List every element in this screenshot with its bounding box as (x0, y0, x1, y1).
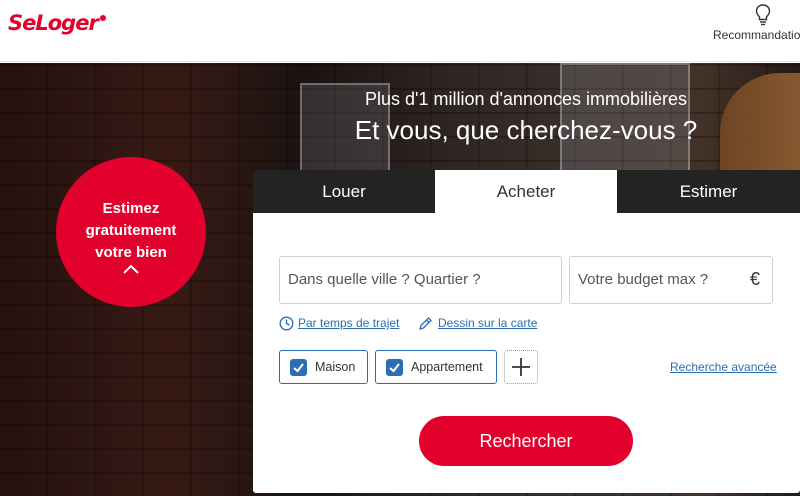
estimate-cta-text: Estimez gratuitement votre bien (56, 198, 206, 264)
add-property-type-button[interactable] (504, 350, 538, 384)
checkmark-icon (293, 363, 304, 373)
clock-icon (279, 316, 294, 331)
estimate-cta-line: Estimez (102, 200, 160, 217)
estimate-property-button[interactable]: Estimez gratuitement votre bien (56, 157, 206, 307)
checkbox-checked (290, 359, 307, 376)
logo-dot (99, 15, 106, 21)
location-input[interactable]: Dans quelle ville ? Quartier ? (279, 256, 562, 304)
checkmark-icon (389, 363, 400, 373)
recommendations-label: Recommandatio (713, 28, 800, 42)
pencil-icon (419, 317, 432, 330)
draw-map-link[interactable]: Dessin sur la carte (438, 316, 537, 330)
site-header: SeLoger Recommandatio (0, 0, 800, 62)
type-maison-label: Maison (315, 360, 356, 374)
plus-icon (512, 358, 530, 376)
search-tabs: Louer Acheter Estimer (253, 170, 800, 213)
budget-placeholder: Votre budget max ? (578, 271, 709, 288)
travel-time-link[interactable]: Par temps de trajet (298, 316, 399, 330)
search-button[interactable]: Rechercher (419, 416, 633, 466)
tab-acheter[interactable]: Acheter (435, 170, 617, 213)
search-panel: Dans quelle ville ? Quartier ? Votre bud… (253, 213, 800, 493)
estimate-cta-line: gratuitement (85, 222, 177, 239)
hero-section: Plus d'1 million d'annonces immobilières… (0, 63, 800, 496)
checkbox-checked (386, 359, 403, 376)
type-appartement-label: Appartement (411, 360, 483, 374)
budget-input[interactable]: Votre budget max ? € (569, 256, 773, 304)
recommendations-button[interactable]: Recommandatio (713, 4, 800, 44)
currency-symbol: € (749, 269, 760, 289)
hero-subtitle: Plus d'1 million d'annonces immobilières (364, 89, 688, 109)
estimate-cta-line: votre bien (95, 244, 167, 261)
seloger-logo[interactable]: SeLoger (8, 11, 106, 35)
tab-estimer[interactable]: Estimer (617, 170, 800, 213)
advanced-search-link[interactable]: Recherche avancée (670, 360, 777, 374)
hero-title: Et vous, que cherchez-vous ? (354, 115, 698, 145)
type-appartement-checkbox[interactable]: Appartement (375, 350, 497, 384)
location-placeholder: Dans quelle ville ? Quartier ? (288, 271, 481, 288)
lightbulb-icon (755, 4, 771, 26)
type-maison-checkbox[interactable]: Maison (279, 350, 368, 384)
chevron-up-icon (123, 264, 139, 274)
tab-louer[interactable]: Louer (253, 170, 435, 213)
